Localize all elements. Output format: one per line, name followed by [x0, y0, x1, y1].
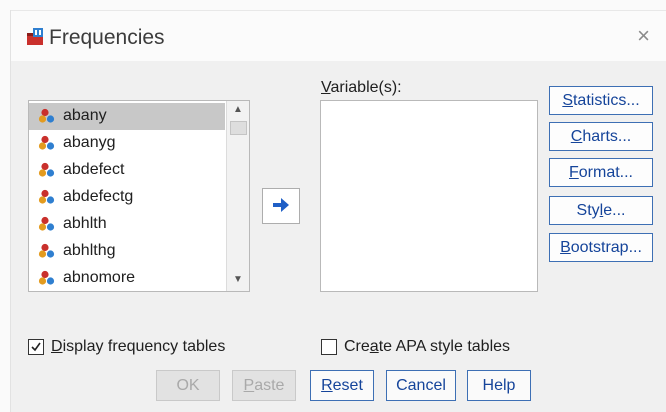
create-apa-tables-label[interactable]: Create APA style tables [344, 338, 510, 356]
variables-label: Variable(s): [321, 79, 402, 96]
charts-button[interactable]: Charts... [549, 122, 653, 151]
target-variable-list[interactable] [320, 100, 538, 292]
create-apa-tables-checkbox[interactable] [321, 339, 337, 355]
nominal-variable-icon [38, 270, 55, 285]
cancel-button[interactable]: Cancel [386, 370, 456, 401]
frequencies-dialog: Frequencies × abany abanyg abdefect abdefec… [0, 0, 666, 412]
list-item[interactable]: abnomore [29, 265, 225, 291]
scroll-thumb[interactable] [230, 121, 247, 135]
statistics-button[interactable]: Statistics... [549, 86, 653, 115]
left-edge [0, 10, 11, 412]
display-frequency-tables-label[interactable]: Display frequency tables [51, 338, 225, 356]
list-item-label: abdefect [63, 161, 125, 178]
format-button[interactable]: Format... [549, 158, 653, 187]
style-button[interactable]: Style... [549, 196, 653, 225]
bootstrap-button[interactable]: Bootstrap... [549, 233, 653, 262]
list-item-label: abhlthg [63, 242, 116, 259]
frequencies-app-icon [27, 28, 43, 45]
list-item-label: abany [63, 107, 107, 124]
list-item[interactable]: abany [29, 103, 225, 130]
close-icon[interactable]: × [637, 23, 650, 49]
scroll-down-icon[interactable]: ▼ [228, 271, 248, 289]
list-scrollbar[interactable]: ▲ ▼ [226, 101, 249, 291]
list-item[interactable]: abdefectg [29, 184, 225, 211]
nominal-variable-icon [38, 243, 55, 258]
list-item-label: abanyg [63, 134, 116, 151]
nominal-variable-icon [38, 162, 55, 177]
list-item-label: abdefectg [63, 188, 134, 205]
dialog-title: Frequencies [49, 26, 165, 49]
move-to-variables-button[interactable] [262, 188, 300, 224]
checkmark-icon [31, 342, 41, 352]
nominal-variable-icon [38, 189, 55, 204]
top-edge [0, 0, 666, 11]
source-variable-list[interactable]: abany abanyg abdefect abdefectg abhlth abhlth… [28, 100, 250, 292]
title-bar: Frequencies × [11, 11, 666, 61]
right-arrow-icon [273, 198, 289, 212]
nominal-variable-icon [38, 216, 55, 231]
paste-button[interactable]: Paste [232, 370, 296, 401]
list-item[interactable]: abdefect [29, 157, 225, 184]
help-button[interactable]: Help [467, 370, 531, 401]
list-item[interactable]: abanyg [29, 130, 225, 157]
list-item-label: abhlth [63, 215, 107, 232]
nominal-variable-icon [38, 135, 55, 150]
list-item-label: abnomore [63, 269, 136, 286]
ok-button[interactable]: OK [156, 370, 220, 401]
list-item[interactable]: abhlthg [29, 238, 225, 265]
nominal-variable-icon [38, 108, 55, 123]
scroll-up-icon[interactable]: ▲ [228, 101, 248, 119]
list-item[interactable]: abhlth [29, 211, 225, 238]
reset-button[interactable]: Reset [310, 370, 374, 401]
display-frequency-tables-checkbox[interactable] [28, 339, 44, 355]
